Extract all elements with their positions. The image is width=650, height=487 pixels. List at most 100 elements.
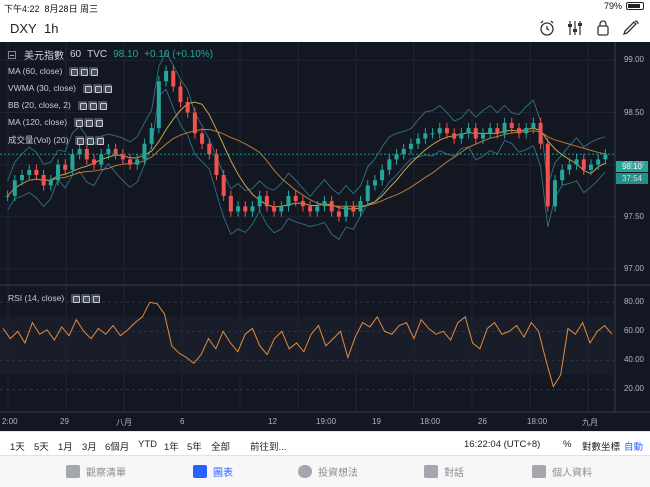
legend-collapse-icon[interactable] xyxy=(8,50,16,59)
range-all[interactable]: 全部 xyxy=(211,439,230,453)
tab-profile[interactable]: 個人資料 xyxy=(532,464,592,479)
candle-body xyxy=(300,201,305,207)
rsi-tick-label: 40.00 xyxy=(623,355,644,365)
indicator-controls[interactable] xyxy=(74,117,104,127)
tab-chart[interactable]: 圖表 xyxy=(193,464,233,479)
indicator-label: 成交量(Vol) (20) xyxy=(8,135,69,145)
candle-body xyxy=(5,195,10,197)
time-tick-label: 八月 xyxy=(116,418,132,427)
status-bar: 下午4:22 8月28日 周三 79% xyxy=(0,0,650,14)
range-1y[interactable]: 1年 xyxy=(164,439,179,453)
candle-body xyxy=(437,128,442,134)
time-tick-label: 2:00 xyxy=(2,417,18,426)
goto-date-button[interactable]: 前往到... xyxy=(250,439,286,453)
range-1d[interactable]: 1天 xyxy=(10,439,25,453)
indicator-label: VWMA (30, close) xyxy=(8,83,77,93)
candle-body xyxy=(120,154,125,160)
candle-body xyxy=(358,201,363,212)
symbol-button[interactable]: DXY xyxy=(10,21,37,36)
time-tick-label: 18:00 xyxy=(420,417,441,426)
candle-body xyxy=(459,133,464,139)
indicators-icon[interactable] xyxy=(564,18,586,38)
candle-body xyxy=(92,159,97,165)
indicator-legend-ma60[interactable]: MA (60, close) xyxy=(8,66,99,76)
alarm-icon[interactable] xyxy=(536,18,558,38)
time-tick-label: 19:00 xyxy=(316,417,337,426)
indicator-legend-bb[interactable]: BB (20, close, 2) xyxy=(8,100,107,110)
candle-body xyxy=(286,195,291,207)
time-tick-label: 26 xyxy=(478,417,487,426)
candle-body xyxy=(63,164,68,170)
rsi-tick-label: 20.00 xyxy=(623,384,644,394)
candle-body xyxy=(56,164,61,181)
candle-body xyxy=(394,154,399,160)
interval-button[interactable]: 1h xyxy=(44,21,58,36)
candle-body xyxy=(423,133,428,139)
candle-body xyxy=(329,201,334,212)
price-change: +0.10 (+0.10%) xyxy=(144,49,214,60)
candle-body xyxy=(308,206,313,212)
time-tick-label: 12 xyxy=(268,417,277,426)
auto-scale-toggle[interactable]: 自動 xyxy=(624,439,643,453)
candle-body xyxy=(142,143,147,160)
tab-watchlist[interactable]: 觀察清單 xyxy=(66,464,126,479)
candle-body xyxy=(243,206,248,212)
indicator-controls[interactable] xyxy=(77,100,107,110)
chart-toolbar: DXY 1h xyxy=(0,14,650,42)
tab-label: 個人資料 xyxy=(552,468,592,479)
battery-icon xyxy=(626,2,644,10)
profile-icon xyxy=(532,465,546,478)
drawing-tools-icon[interactable] xyxy=(620,18,642,38)
range-3m[interactable]: 3月 xyxy=(82,439,97,453)
tab-ideas[interactable]: 投資想法 xyxy=(298,464,358,479)
range-5y[interactable]: 5年 xyxy=(187,439,202,453)
indicator-legend-vwma[interactable]: VWMA (30, close) xyxy=(8,83,113,93)
indicator-controls[interactable] xyxy=(71,293,101,303)
range-5d[interactable]: 5天 xyxy=(34,439,49,453)
price-tick-label: 97.50 xyxy=(623,211,644,221)
candle-body xyxy=(380,169,385,181)
candle-body xyxy=(488,128,493,134)
indicator-controls[interactable] xyxy=(75,135,105,145)
clock-timezone[interactable]: 16:22:04 (UTC+8) xyxy=(464,439,540,450)
indicator-legend-volume[interactable]: 成交量(Vol) (20) xyxy=(8,134,105,146)
battery-percent: 79% xyxy=(603,1,622,11)
candle-body xyxy=(509,122,514,129)
candle-body xyxy=(207,143,212,155)
chart-area[interactable]: 美元指數 60 TVC 98.10 +0.10 (+0.10%) MA (60,… xyxy=(0,42,650,431)
price-tick-label: 98.00 xyxy=(623,159,644,169)
range-1m[interactable]: 1月 xyxy=(58,439,73,453)
candle-body xyxy=(164,70,169,82)
tab-label: 圖表 xyxy=(213,468,233,479)
candle-body xyxy=(387,159,392,170)
range-ytd[interactable]: YTD xyxy=(138,439,157,450)
candle-body xyxy=(516,128,521,134)
candle-body xyxy=(77,148,82,155)
instrument-resolution: 60 xyxy=(70,49,82,60)
range-bar: 1天 5天 1月 3月 6個月 YTD 1年 5年 全部 前往到... 16:2… xyxy=(0,431,650,455)
candle-body xyxy=(588,164,593,170)
candle-body xyxy=(178,86,183,103)
indicator-controls[interactable] xyxy=(83,83,113,93)
rsi-label: RSI (14, close) xyxy=(8,293,65,303)
indicator-legend-ma120[interactable]: MA (120, close) xyxy=(8,117,104,127)
candle-body xyxy=(113,148,118,155)
rsi-tick-label: 80.00 xyxy=(623,297,644,307)
range-6m[interactable]: 6個月 xyxy=(105,439,129,453)
indicator-controls[interactable] xyxy=(69,66,99,76)
time-tick-label: 九月 xyxy=(582,418,598,427)
tab-chats[interactable]: 對話 xyxy=(424,464,464,479)
percent-scale-toggle[interactable]: % xyxy=(563,439,571,450)
log-scale-toggle[interactable]: 對數坐標 xyxy=(582,439,620,453)
time-tick-label: 6 xyxy=(180,417,185,426)
candle-body xyxy=(502,122,507,134)
candle-body xyxy=(336,211,341,217)
candle-body xyxy=(567,164,572,170)
rsi-tick-label: 60.00 xyxy=(623,326,644,336)
rsi-legend[interactable]: RSI (14, close) xyxy=(8,293,101,303)
lock-icon[interactable] xyxy=(592,18,614,38)
time-tick-label: 18:00 xyxy=(527,417,548,426)
candle-body xyxy=(560,169,565,181)
candle-body xyxy=(99,154,104,165)
candle-body xyxy=(20,175,25,181)
